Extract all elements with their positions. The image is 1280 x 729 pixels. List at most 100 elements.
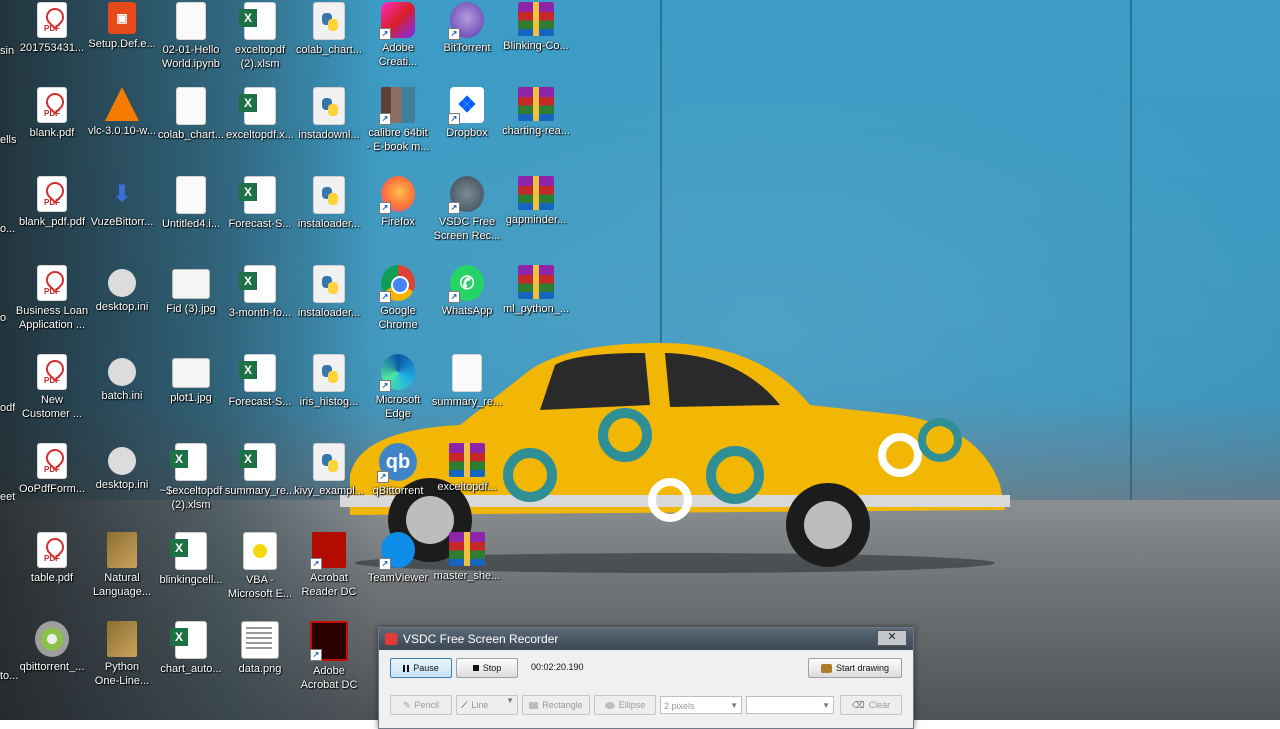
desktop-icon[interactable]: ↗ BitTorrent [431, 0, 503, 88]
desktop-icon[interactable]: PDF New Customer ... [16, 352, 88, 440]
desktop-icon[interactable]: Fid (3).jpg [155, 263, 227, 351]
shortcut-arrow-icon: ↗ [379, 558, 391, 570]
desktop-icon[interactable]: ↗ VSDC Free Screen Rec... [431, 174, 503, 262]
desktop-icon[interactable]: master_she... [431, 530, 503, 618]
partial-icon-label[interactable]: o... [0, 222, 15, 236]
desktop-icon[interactable]: exceltopdf.x... [224, 85, 296, 173]
desktop-icon[interactable]: PDF blank_pdf.pdf [16, 174, 88, 262]
desktop-icon[interactable]: VBA - Microsoft E... [224, 530, 296, 618]
desktop-icon[interactable]: ↗ Adobe Creati... [362, 0, 434, 88]
desktop-icon[interactable]: Forecast-S... [224, 352, 296, 440]
desktop-icon-label: exceltopdf.x... [226, 129, 294, 141]
desktop-icon[interactable]: PDF table.pdf [16, 530, 88, 618]
desktop-icon[interactable]: qbittorrent_... [16, 619, 88, 707]
color-select[interactable]: ▼ [746, 696, 834, 714]
desktop-icon[interactable]: desktop.ini [86, 263, 158, 351]
partial-icon-label[interactable]: o [0, 311, 6, 325]
desktop-icon[interactable]: PDF OoPdfForm... [16, 441, 88, 529]
desktop-icon[interactable]: exceltopdf (2).xlsm [224, 0, 296, 88]
desktop-icon[interactable]: Forecast-S... [224, 174, 296, 262]
desktop-icon[interactable]: 3-month-fo... [224, 263, 296, 351]
desktop-icon[interactable]: ↗ TeamViewer [362, 530, 434, 618]
desktop-icon[interactable]: instadownl... [293, 85, 365, 173]
desktop-icon[interactable]: Natural Language... [86, 530, 158, 618]
desktop-icon[interactable]: chart_auto... [155, 619, 227, 707]
desktop-icon[interactable]: colab_chart... [293, 0, 365, 88]
ellipse-tool-button[interactable]: Ellipse [594, 695, 656, 715]
pencil-tool-button[interactable]: ✎ Pencil [390, 695, 452, 715]
desktop-icon[interactable]: ❖ ↗ Dropbox [431, 85, 503, 173]
shortcut-arrow-icon: ↗ [448, 28, 460, 40]
clear-button[interactable]: ⌫ Clear [840, 695, 902, 715]
desktop-icon[interactable]: ↗ Acrobat Reader DC [293, 530, 365, 618]
desktop-icon[interactable]: ~$exceltopdf (2).xlsm [155, 441, 227, 529]
desktop-icon[interactable]: ↗ Microsoft Edge [362, 352, 434, 440]
desktop-icon[interactable]: desktop.ini [86, 441, 158, 529]
pencil-label: Pencil [414, 700, 440, 710]
stop-button[interactable]: Stop [456, 658, 518, 678]
desktop-icon-label: blinkingcell... [159, 574, 223, 586]
desktop-icon[interactable]: summary_re... [431, 352, 503, 440]
desktop-icon[interactable]: data.png [224, 619, 296, 707]
stroke-width-select[interactable]: 2 pixels ▼ [660, 696, 742, 714]
ini-file-icon [108, 358, 136, 386]
desktop-icon-label: exceltopdf... [437, 481, 497, 493]
start-drawing-button[interactable]: Start drawing [808, 658, 902, 678]
desktop-icon[interactable]: gapminder... [500, 174, 572, 262]
desktop-icon[interactable]: charting-rea... [500, 85, 572, 173]
teamviewer-icon: ↗ [379, 532, 415, 570]
close-button[interactable]: ✕ [877, 630, 907, 646]
desktop-icon[interactable]: plot1.jpg [155, 352, 227, 440]
desktop-icon[interactable]: colab_chart... [155, 85, 227, 173]
desktop-icon-label: ~$exceltopdf (2).xlsm [159, 485, 223, 511]
desktop-icon[interactable]: ⬇ VuzeBittorr... [86, 174, 158, 262]
line-label: Line [471, 700, 489, 710]
chevron-down-icon[interactable]: ▼ [506, 696, 514, 705]
desktop-icon[interactable]: kivy_exampl... [293, 441, 365, 529]
desktop-icon[interactable]: vlc-3.0.10-w... [86, 85, 158, 173]
desktop-icon[interactable]: ↗ Firefox [362, 174, 434, 262]
ellipse-icon [604, 701, 615, 709]
office-setup-icon: ▣ [108, 2, 136, 34]
pencil-icon: ✎ [402, 699, 411, 710]
desktop-icon[interactable]: ↗ Adobe Acrobat DC [293, 619, 365, 707]
book-file-icon [107, 621, 137, 657]
desktop-icon[interactable]: 02-01-Hello World.ipynb [155, 0, 227, 88]
desktop-icon[interactable]: PDF blank.pdf [16, 85, 88, 173]
desktop-icon[interactable]: batch.ini [86, 352, 158, 440]
desktop-icon-label: qbittorrent_... [19, 661, 85, 673]
line-tool-button[interactable]: ⟋ Line ▼ [456, 695, 518, 715]
desktop-icon[interactable]: Blinking-Co... [500, 0, 572, 88]
rectangle-tool-button[interactable]: Rectangle [522, 695, 590, 715]
desktop-icon[interactable]: ▣ Setup.Def.e... [86, 0, 158, 88]
desktop-icon[interactable]: ml_python_... [500, 263, 572, 351]
desktop-icon[interactable]: blinkingcell... [155, 530, 227, 618]
python-file-icon [313, 443, 345, 481]
desktop-icon-label: ml_python_... [502, 303, 570, 315]
desktop-icon[interactable]: qb ↗ qBittorrent [362, 441, 434, 529]
desktop-icon[interactable]: instaloader... [293, 263, 365, 351]
desktop-icon[interactable]: Python One-Line... [86, 619, 158, 707]
shortcut-arrow-icon: ↗ [448, 113, 460, 125]
excel-file-icon [239, 87, 276, 125]
desktop-icon[interactable]: ↗ Google Chrome [362, 263, 434, 351]
pause-button[interactable]: Pause [390, 658, 452, 678]
partial-icon-label[interactable]: eet [0, 490, 15, 504]
desktop-icon[interactable]: ↗ calibre 64bit - E-book m... [362, 85, 434, 173]
desktop-icon[interactable]: iris_histog... [293, 352, 365, 440]
rar-archive-icon [518, 87, 554, 121]
qbittorrent-setup-icon [35, 621, 69, 657]
desktop-icon[interactable]: PDF 201753431... [16, 0, 88, 88]
desktop-icon[interactable]: ✆ ↗ WhatsApp [431, 263, 503, 351]
partial-icon-label[interactable]: sin [0, 44, 14, 58]
desktop-icon[interactable]: instaloader... [293, 174, 365, 262]
desktop-icon-label: charting-rea... [502, 125, 570, 137]
bittorrent-icon: ↗ [448, 2, 484, 40]
desktop-icon[interactable]: exceltopdf... [431, 441, 503, 529]
vsdc-recorder-window[interactable]: VSDC Free Screen Recorder ✕ Pause Stop 0… [378, 627, 914, 729]
desktop-icon[interactable]: summary_re... [224, 441, 296, 529]
partial-icon-label[interactable]: odf [0, 401, 15, 415]
desktop-icon[interactable]: Untitled4.i... [155, 174, 227, 262]
desktop-icon[interactable]: PDF Business Loan Application ... [16, 263, 88, 351]
window-title-bar[interactable]: VSDC Free Screen Recorder ✕ [379, 628, 913, 650]
